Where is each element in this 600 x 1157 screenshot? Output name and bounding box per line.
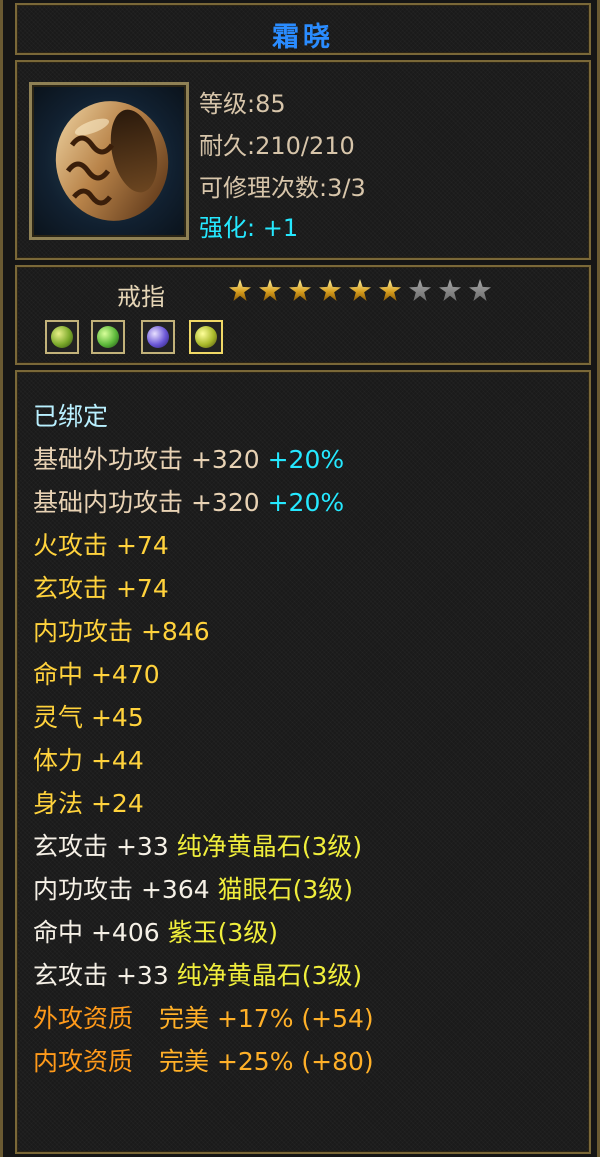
bound-status: 已绑定 <box>33 402 109 431</box>
purple-gem-icon[interactable] <box>141 320 175 354</box>
basic-attr-line: 命中 +470 <box>33 660 160 689</box>
type-and-rating-panel: 戒指 <box>15 265 591 365</box>
item-info-panel: 等级:85 耐久:210/210 可修理次数:3/3 强化: +1 <box>15 60 591 260</box>
attributes-panel: 已绑定 基础外功攻击 +320 +20% 基础内功攻击 +320 +20% 火攻… <box>15 370 591 1154</box>
basic-attr-line: 身法 +24 <box>33 789 144 818</box>
star-filled-icon <box>229 279 251 301</box>
gem-attr-line: 玄攻击 +33 纯净黄晶石(3级) <box>33 961 363 990</box>
enhance-label: 强化: <box>199 214 256 242</box>
item-tooltip: 霜晓 等级:85 耐久:210/210 可修理次数:3/3 强化: +1 戒指 … <box>0 0 600 1157</box>
item-name: 霜晓 <box>272 22 334 53</box>
star-filled-icon <box>349 279 371 301</box>
star-filled-icon <box>379 279 401 301</box>
gem-attr-line: 内功攻击 +364 猫眼石(3级) <box>33 875 354 904</box>
enhance-stat: 强化: +1 <box>199 208 298 243</box>
gem-attr-line: 玄攻击 +33 纯净黄晶石(3级) <box>33 832 363 861</box>
basic-attr-line: 玄攻击 +74 <box>33 574 169 603</box>
quality-attr-line: 外攻资质 完美 +17% (+54) <box>33 1004 374 1033</box>
enhance-value: +1 <box>262 214 299 242</box>
yellow-gem-icon[interactable] <box>189 320 223 354</box>
basic-attr-line: 火攻击 +74 <box>33 531 169 560</box>
yellow-green-gem-icon[interactable] <box>45 320 79 354</box>
star-empty-icon <box>439 279 461 301</box>
basic-attr-line: 体力 +44 <box>33 746 144 775</box>
star-empty-icon <box>469 279 491 301</box>
basic-attr-line: 内功攻击 +846 <box>33 617 210 646</box>
basic-attr-line: 灵气 +45 <box>33 703 144 732</box>
star-filled-icon <box>319 279 341 301</box>
base-outer-attack: 基础外功攻击 +320 +20% <box>33 445 345 474</box>
level-stat: 等级:85 <box>199 90 286 118</box>
star-filled-icon <box>259 279 281 301</box>
ring-icon <box>29 82 189 240</box>
item-type: 戒指 <box>117 283 165 311</box>
star-empty-icon <box>409 279 431 301</box>
title-bar: 霜晓 <box>15 3 591 55</box>
star-filled-icon <box>289 279 311 301</box>
green-gem-icon[interactable] <box>91 320 125 354</box>
quality-attr-line: 内攻资质 完美 +25% (+80) <box>33 1047 374 1076</box>
repair-count-stat: 可修理次数:3/3 <box>199 174 366 202</box>
durability-stat: 耐久:210/210 <box>199 132 355 160</box>
gem-attr-line: 命中 +406 紫玉(3级) <box>33 918 279 947</box>
base-inner-attack: 基础内功攻击 +320 +20% <box>33 488 345 517</box>
